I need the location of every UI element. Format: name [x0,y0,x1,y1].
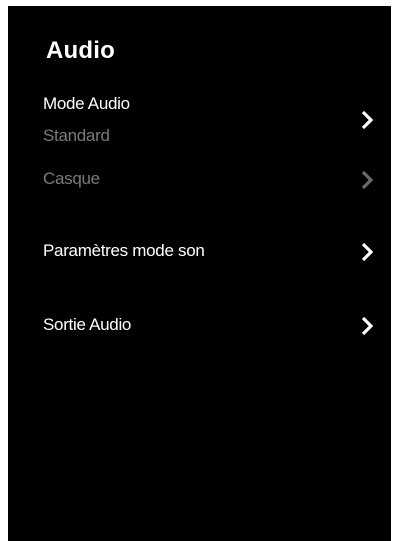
chevron-right-icon [360,110,374,130]
chevron-right-icon [360,316,374,336]
chevron-right-icon [360,242,374,262]
menu-item-parametres-mode-son[interactable]: Paramètres mode son [8,241,391,265]
panel-title: Audio [46,37,115,64]
menu-item-casque[interactable]: Casque [8,169,391,193]
menu-item-label: Casque [43,169,100,188]
menu-item-label: Sortie Audio [43,315,132,334]
menu-item-label: Mode Audio [43,94,130,113]
chevron-right-icon [360,170,374,190]
menu-item-sortie-audio[interactable]: Sortie Audio [8,315,391,339]
audio-settings-panel: Audio Mode Audio Standard Casque Paramèt… [8,6,391,541]
menu-item-value: Standard [43,126,110,145]
menu-item-label: Paramètres mode son [43,241,205,260]
menu-item-mode-audio[interactable]: Mode Audio Standard [8,94,391,154]
